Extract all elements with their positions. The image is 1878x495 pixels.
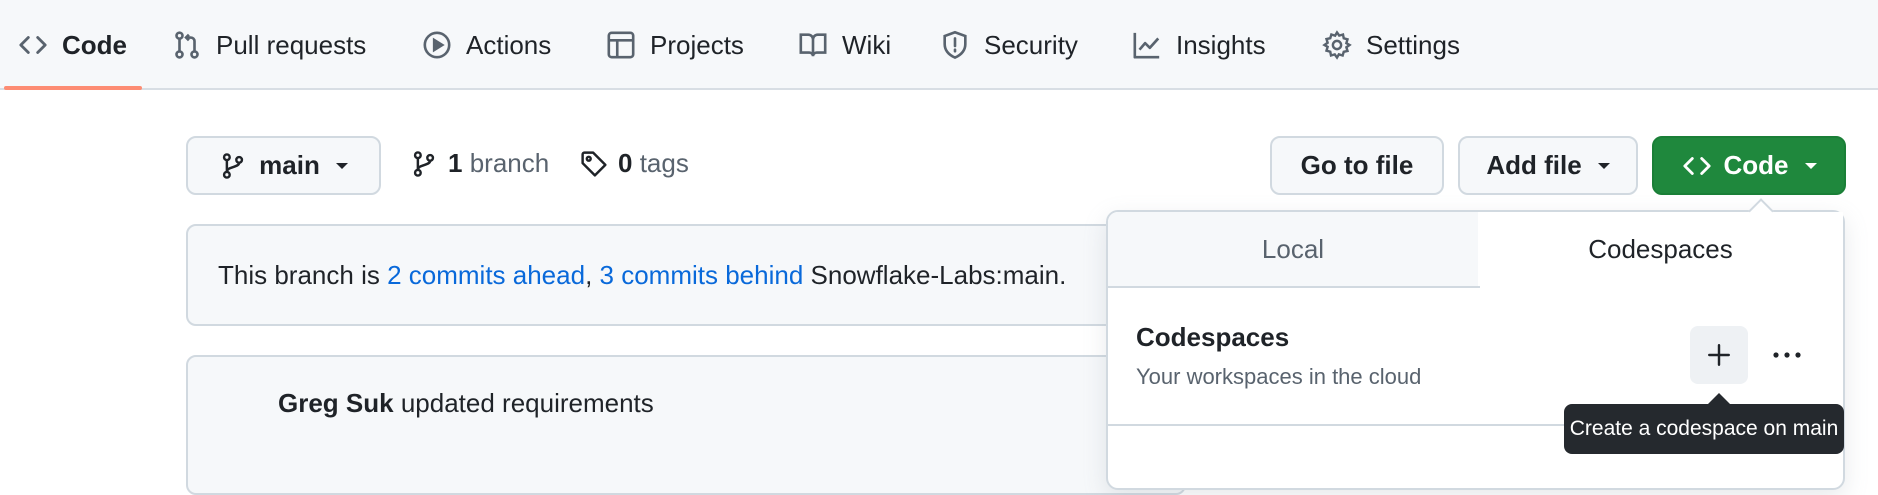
- tab-security-label: Security: [984, 29, 1078, 60]
- branch-count: 1: [448, 148, 463, 178]
- shield-icon: [943, 30, 967, 60]
- tooltip-text: Create a codespace on main: [1569, 417, 1839, 440]
- branch-status-separator: ,: [585, 260, 593, 290]
- create-codespace-button[interactable]: [1690, 326, 1748, 384]
- git-pull-request-icon: [175, 31, 199, 59]
- table-icon: [607, 31, 635, 59]
- tab-projects-label: Projects: [650, 29, 744, 60]
- upstream-branch: Snowflake-Labs:main.: [810, 260, 1067, 290]
- kebab-horizontal-icon: [1773, 352, 1801, 358]
- add-file-button[interactable]: Add file: [1458, 136, 1638, 195]
- branch-word: branch: [469, 148, 550, 178]
- repo-nav: Code Pull requests Actions Projects Wiki…: [0, 0, 1878, 90]
- latest-commit: Greg Suk updated requirements: [278, 388, 654, 419]
- codespace-options-button[interactable]: [1758, 326, 1816, 384]
- tab-projects[interactable]: Projects: [606, 0, 744, 90]
- go-to-file-button[interactable]: Go to file: [1270, 136, 1444, 195]
- tooltip-arrow: [1708, 393, 1730, 404]
- tag-icon: [581, 150, 607, 177]
- tab-pull-requests[interactable]: Pull requests: [172, 0, 366, 90]
- branch-status-prefix: This branch is: [218, 260, 380, 290]
- codespaces-subtitle: Your workspaces in the cloud: [1136, 364, 1422, 389]
- git-branch-icon: [413, 150, 435, 177]
- branch-select-button[interactable]: main: [186, 136, 381, 195]
- tab-local-label: Local: [1261, 233, 1325, 264]
- chevron-down-icon: [1804, 162, 1817, 169]
- tab-insights[interactable]: Insights: [1132, 0, 1266, 90]
- tab-actions-label: Actions: [466, 29, 552, 60]
- add-file-label: Add file: [1486, 150, 1582, 180]
- latest-commit-box: [186, 355, 1186, 495]
- play-icon: [423, 31, 451, 59]
- code-icon: [19, 36, 47, 54]
- branch-name: main: [259, 150, 320, 180]
- selected-tab-underline: [4, 86, 142, 90]
- tab-code-label: Code: [62, 29, 127, 60]
- tab-local[interactable]: Local: [1108, 212, 1480, 288]
- commit-author[interactable]: Greg Suk: [278, 388, 394, 418]
- tab-codespaces-label: Codespaces: [1588, 233, 1733, 264]
- branches-link[interactable]: 1 branch: [410, 148, 549, 179]
- plus-icon: [1708, 344, 1730, 366]
- codespaces-heading: Codespaces: [1136, 322, 1290, 352]
- commit-message[interactable]: updated requirements: [401, 388, 654, 418]
- tags-link[interactable]: 0 tags: [580, 148, 689, 179]
- graph-icon: [1133, 32, 1160, 59]
- commits-ahead-link[interactable]: 2 commits ahead: [387, 260, 585, 290]
- gear-icon: [1322, 30, 1352, 60]
- tab-settings[interactable]: Settings: [1322, 0, 1460, 90]
- book-icon: [799, 33, 827, 57]
- tab-code[interactable]: Code: [18, 0, 127, 90]
- go-to-file-label: Go to file: [1300, 150, 1414, 180]
- code-icon: [1682, 156, 1711, 175]
- commits-behind-link[interactable]: 3 commits behind: [600, 260, 804, 290]
- tab-wiki[interactable]: Wiki: [798, 0, 891, 90]
- tab-pull-requests-label: Pull requests: [216, 29, 367, 60]
- tab-insights-label: Insights: [1176, 29, 1266, 60]
- git-branch-icon: [223, 152, 244, 179]
- chevron-down-icon: [335, 162, 348, 169]
- create-codespace-tooltip: Create a codespace on main: [1564, 404, 1844, 454]
- tag-count: 0: [618, 148, 633, 178]
- branch-status-text: This branch is 2 commits ahead, 3 commit…: [218, 260, 1066, 291]
- tab-settings-label: Settings: [1366, 29, 1460, 60]
- code-button[interactable]: Code: [1652, 136, 1846, 195]
- tab-actions[interactable]: Actions: [422, 0, 551, 90]
- tab-wiki-label: Wiki: [842, 29, 892, 60]
- tag-word: tags: [639, 148, 689, 178]
- code-button-label: Code: [1723, 150, 1789, 180]
- tab-codespaces[interactable]: Codespaces: [1478, 212, 1843, 286]
- chevron-down-icon: [1597, 162, 1610, 169]
- tab-security[interactable]: Security: [940, 0, 1078, 90]
